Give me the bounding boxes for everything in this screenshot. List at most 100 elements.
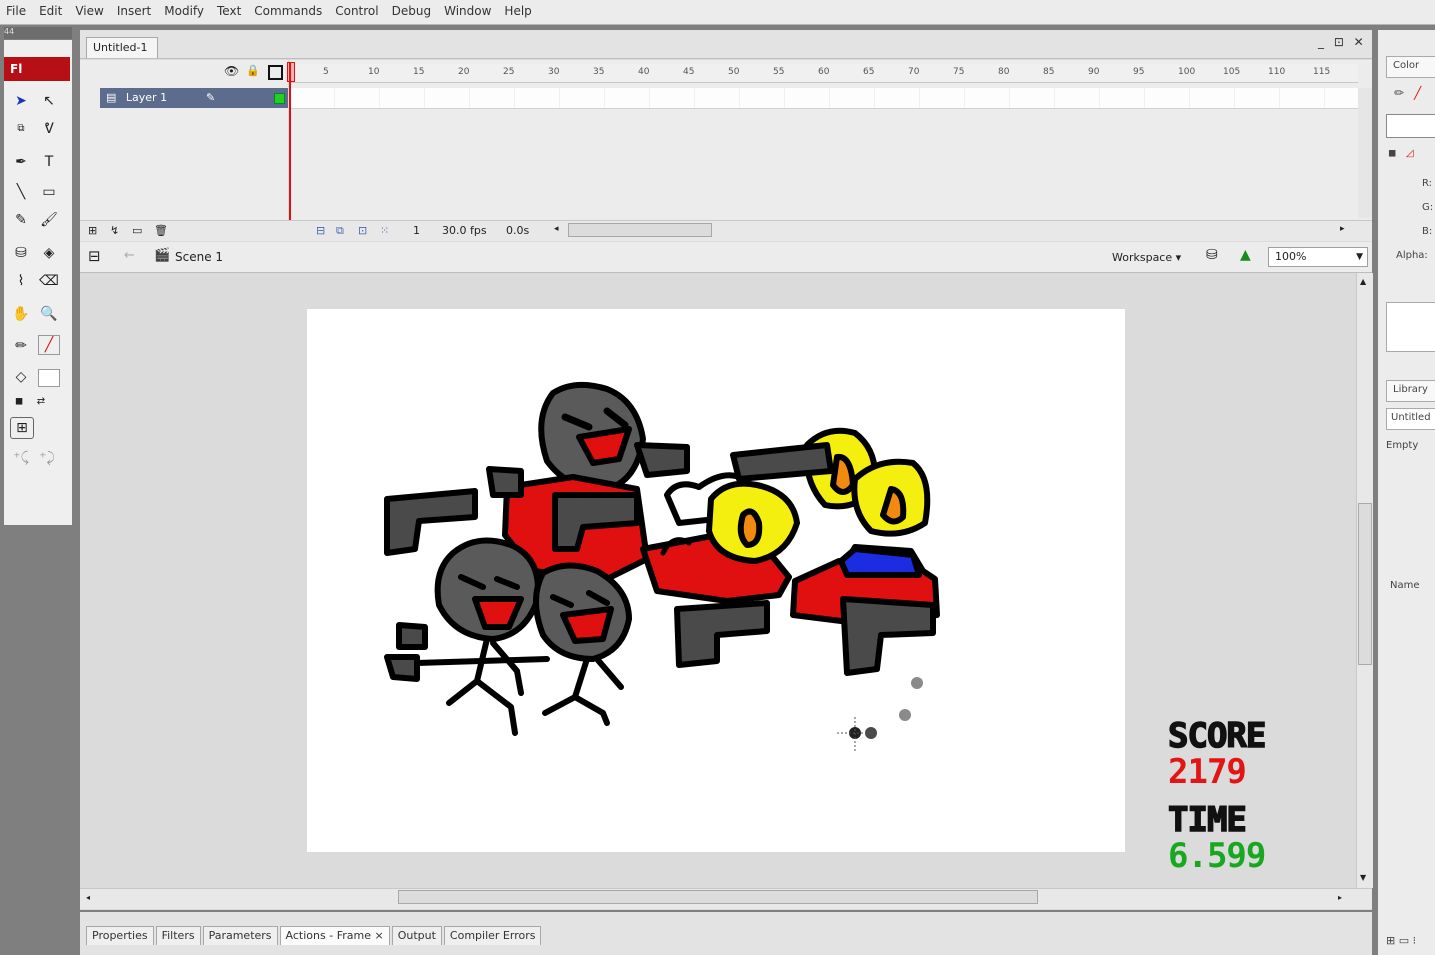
workspace-menu[interactable]: Workspace ▾ [1112, 251, 1181, 264]
outline-icon[interactable] [268, 65, 283, 80]
rectangle-tool-icon[interactable]: ▭ [38, 181, 60, 203]
no-color-icon[interactable]: ◿ [1406, 148, 1414, 159]
stroke-pencil-icon[interactable]: ✏ [1394, 86, 1404, 100]
menu-debug[interactable]: Debug [386, 0, 438, 18]
folder-icon[interactable]: ▭ [132, 224, 142, 237]
trash-icon[interactable]: 🗑 [154, 224, 168, 237]
tab-properties[interactable]: Properties [86, 926, 154, 945]
scene-label[interactable]: Scene 1 [175, 250, 223, 264]
menu-edit[interactable]: Edit [33, 0, 69, 18]
tab-actions-frame[interactable]: Actions - Frame × [279, 926, 390, 945]
pencil-tool-icon[interactable]: ✎ [10, 209, 32, 231]
ruler-tick: 60 [818, 67, 830, 77]
menu-control[interactable]: Control [329, 0, 385, 18]
hscroll-thumb[interactable] [398, 890, 1038, 904]
menu-help[interactable]: Help [498, 0, 538, 18]
edit-scene-icon[interactable]: ▲ [1240, 247, 1251, 263]
pen-tool-icon[interactable]: ✒ [10, 151, 32, 173]
tab-parameters[interactable]: Parameters [202, 926, 278, 945]
eraser-tool-icon[interactable]: ⌫ [38, 270, 60, 292]
scroll-right-icon[interactable]: ▸ [1338, 893, 1342, 902]
color-type-select[interactable] [1386, 114, 1435, 138]
timeline-scroll-thumb[interactable] [568, 223, 712, 237]
free-transform-tool-icon[interactable]: ⧉ [10, 118, 32, 140]
center-frame-icon[interactable]: ⊟ [316, 224, 325, 237]
smooth-icon[interactable]: ⁺⤹ [10, 447, 32, 469]
tab-filters[interactable]: Filters [155, 926, 201, 945]
menu-modify[interactable]: Modify [158, 0, 211, 18]
right-panel: Color ✏ ╱ ◼ ◿ R: G: B: Alpha: Library Un… [1378, 30, 1435, 955]
stage[interactable] [307, 309, 1125, 852]
scroll-left-icon[interactable]: ◂ [86, 893, 90, 902]
fill-color-icon[interactable]: ◇ [10, 366, 32, 388]
stroke-color-icon[interactable]: ✏ [10, 335, 32, 357]
layer-outline-color[interactable] [274, 93, 285, 104]
hand-tool-icon[interactable]: ✋ [10, 303, 32, 325]
vscroll-thumb[interactable] [1358, 503, 1372, 665]
paint-bucket-tool-icon[interactable]: ◈ [38, 242, 60, 264]
stroke-color-swatch[interactable]: ╱ [38, 335, 60, 355]
tab-compiler-errors[interactable]: Compiler Errors [443, 926, 542, 945]
ruler-tick: 75 [953, 67, 965, 77]
zoom-select[interactable]: 100% ▼ [1268, 247, 1368, 267]
tab-output[interactable]: Output [391, 926, 442, 945]
menu-view[interactable]: View [69, 0, 110, 18]
lock-icon[interactable]: 🔒 [246, 64, 260, 77]
menu-window[interactable]: Window [438, 0, 498, 18]
ruler-tick: 15 [413, 67, 425, 77]
library-tab[interactable]: Library [1386, 380, 1435, 402]
guide-layer-icon[interactable]: ↯ [110, 224, 119, 237]
playhead[interactable] [289, 62, 291, 220]
onion-outline-icon[interactable]: ⊡ [358, 224, 367, 237]
black-white-icon[interactable]: ◼ [8, 391, 30, 413]
timeline-vscroll[interactable] [1358, 88, 1372, 218]
library-select[interactable]: Untitled [1386, 408, 1435, 430]
lasso-tool-icon[interactable]: ᕓ [38, 118, 60, 140]
eyedropper-tool-icon[interactable]: ⌇ [10, 270, 32, 292]
stage-vscroll[interactable]: ▲ ▼ [1356, 273, 1373, 888]
layer-row[interactable]: ▤ Layer 1 ✎ [100, 88, 288, 108]
library-buttons-icon[interactable]: ⊞ ▭ ⁝ [1386, 934, 1416, 947]
back-arrow-icon[interactable]: ← [124, 248, 135, 263]
tools-panel-header[interactable]: 44 [4, 27, 72, 39]
scroll-left-icon[interactable]: ◂ [554, 224, 559, 234]
stroke-swatch[interactable]: ╱ [1414, 86, 1421, 100]
zoom-tool-icon[interactable]: 🔍 [38, 303, 60, 325]
frame-rate[interactable]: 30.0 fps [442, 224, 487, 237]
fill-color-swatch[interactable] [38, 369, 60, 387]
edit-multiple-icon[interactable]: ⁙ [380, 224, 389, 237]
default-colors-icon[interactable]: ◼ [1388, 148, 1396, 159]
subselection-tool-icon[interactable]: ↖ [38, 90, 60, 112]
scroll-down-icon[interactable]: ▼ [1360, 873, 1366, 882]
brush-tool-icon[interactable]: 🖌 [38, 209, 60, 231]
layer-name[interactable]: Layer 1 [126, 91, 167, 104]
frame-row[interactable] [290, 88, 1358, 109]
window-buttons[interactable]: _ ⊡ ✕ [1318, 35, 1367, 49]
swap-colors-icon[interactable]: ⇄ [30, 391, 52, 413]
text-tool-icon[interactable]: T [38, 151, 60, 173]
ink-bottle-tool-icon[interactable]: ⛁ [10, 242, 32, 264]
onion-skin-icon[interactable]: ⧉ [336, 224, 344, 238]
ruler-tick: 30 [548, 67, 560, 77]
timeline-ruler[interactable]: 5 10 15 20 25 30 35 40 45 50 55 60 65 70… [290, 64, 1358, 83]
scroll-right-icon[interactable]: ▸ [1340, 224, 1345, 234]
color-tab[interactable]: Color [1386, 56, 1435, 78]
insert-layer-icon[interactable]: ⊞ [88, 224, 97, 237]
eye-icon[interactable]: 👁 [224, 64, 239, 78]
selection-tool-icon[interactable]: ➤ [10, 90, 32, 112]
menu-commands[interactable]: Commands [248, 0, 329, 18]
car-roof [838, 546, 922, 578]
current-frame: 1 [413, 224, 420, 237]
edit-symbols-icon[interactable]: ⛁ [1206, 247, 1218, 263]
line-tool-icon[interactable]: ╲ [10, 181, 32, 203]
document-tab[interactable]: Untitled-1 [86, 37, 158, 58]
chevron-down-icon: ▼ [1356, 252, 1363, 262]
timeline-toggle-icon[interactable]: ⊟ [88, 247, 101, 265]
library-name-header[interactable]: Name [1390, 580, 1420, 591]
object-drawing-icon[interactable]: ⊞ [10, 417, 34, 439]
menu-insert[interactable]: Insert [111, 0, 158, 18]
menu-text[interactable]: Text [211, 0, 248, 18]
menu-file[interactable]: File [0, 0, 33, 18]
straighten-icon[interactable]: ⁺⤸ [36, 447, 58, 469]
scroll-up-icon[interactable]: ▲ [1360, 277, 1366, 286]
